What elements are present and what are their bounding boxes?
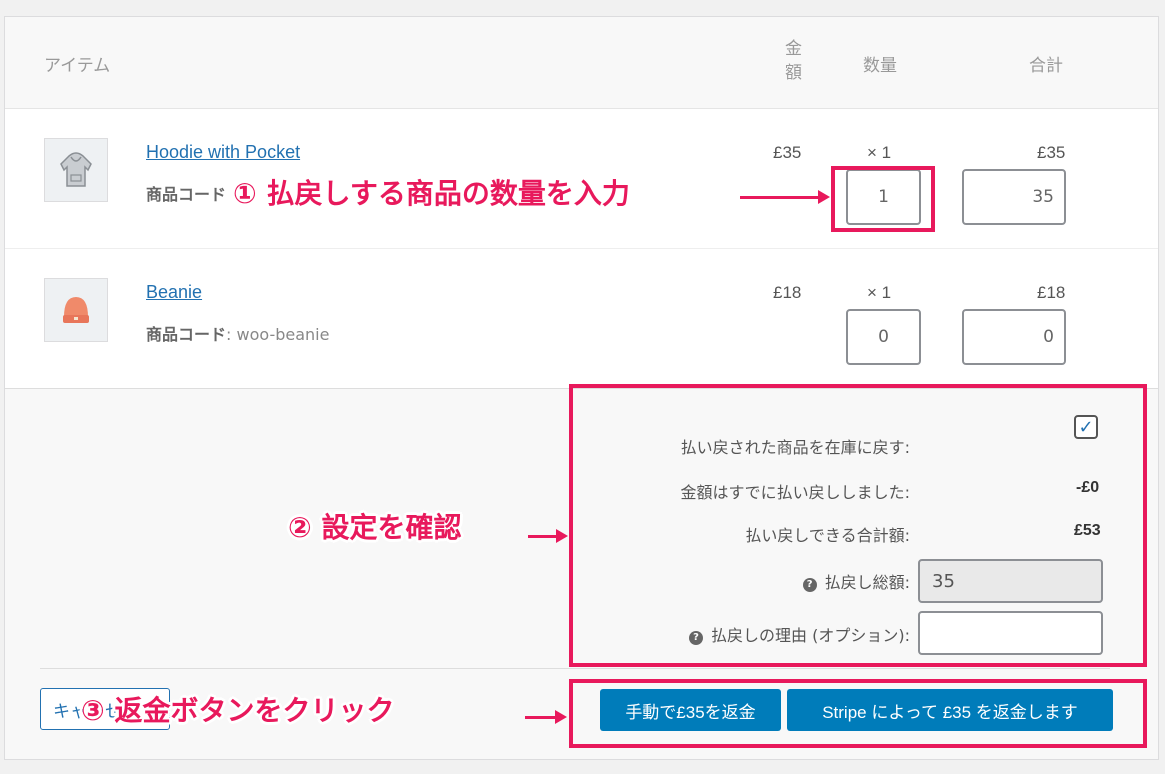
sku-label: 商品コード (146, 185, 227, 204)
header-total: 合計 (1029, 56, 1063, 76)
annotation-highlight-box (569, 384, 1147, 667)
annotation-step1: ① 払戻しする商品の数量を入力 (233, 177, 630, 210)
table-row: Beanie 商品コード: woo-beanie £18 × 1 £18 0 0 (5, 249, 1158, 389)
item-quantity: × 1 (867, 283, 892, 302)
header-quantity: 数量 (863, 56, 897, 76)
item-line-total: £35 (1037, 143, 1066, 162)
divider (40, 668, 1110, 669)
refund-line-total-input[interactable]: 0 (962, 309, 1066, 365)
table-header: アイテム 金額 数量 合計 (5, 17, 1158, 109)
product-thumbnail (44, 278, 108, 342)
product-thumbnail (44, 138, 108, 202)
product-name-link[interactable]: Hoodie with Pocket (146, 142, 300, 163)
annotation-highlight-box (831, 166, 935, 232)
refund-quantity-input[interactable]: 0 (846, 309, 921, 365)
refund-line-total-input[interactable]: 35 (962, 169, 1066, 225)
annotation-arrow-icon (525, 710, 567, 724)
beanie-icon (63, 297, 89, 323)
item-price: £18 (773, 283, 802, 302)
product-sku: 商品コード: woo-beanie (146, 321, 329, 345)
sku-value: : woo-beanie (226, 325, 330, 344)
header-item: アイテム (44, 56, 111, 76)
annotation-highlight-box (569, 679, 1147, 748)
annotation-step2: ② 設定を確認 (288, 511, 462, 544)
annotation-arrow-icon (528, 529, 568, 543)
annotation-arrow-icon (740, 190, 830, 204)
product-sku: 商品コード (146, 181, 226, 205)
item-quantity: × 1 (867, 143, 892, 162)
item-price: £35 (773, 143, 802, 162)
item-line-total: £18 (1037, 283, 1066, 302)
hoodie-icon (60, 152, 92, 187)
product-name-link[interactable]: Beanie (146, 282, 202, 303)
annotation-step3: ③ 返金ボタンをクリック (81, 694, 395, 727)
header-amount: 金額 (785, 39, 802, 83)
sku-label: 商品コード (146, 325, 227, 344)
